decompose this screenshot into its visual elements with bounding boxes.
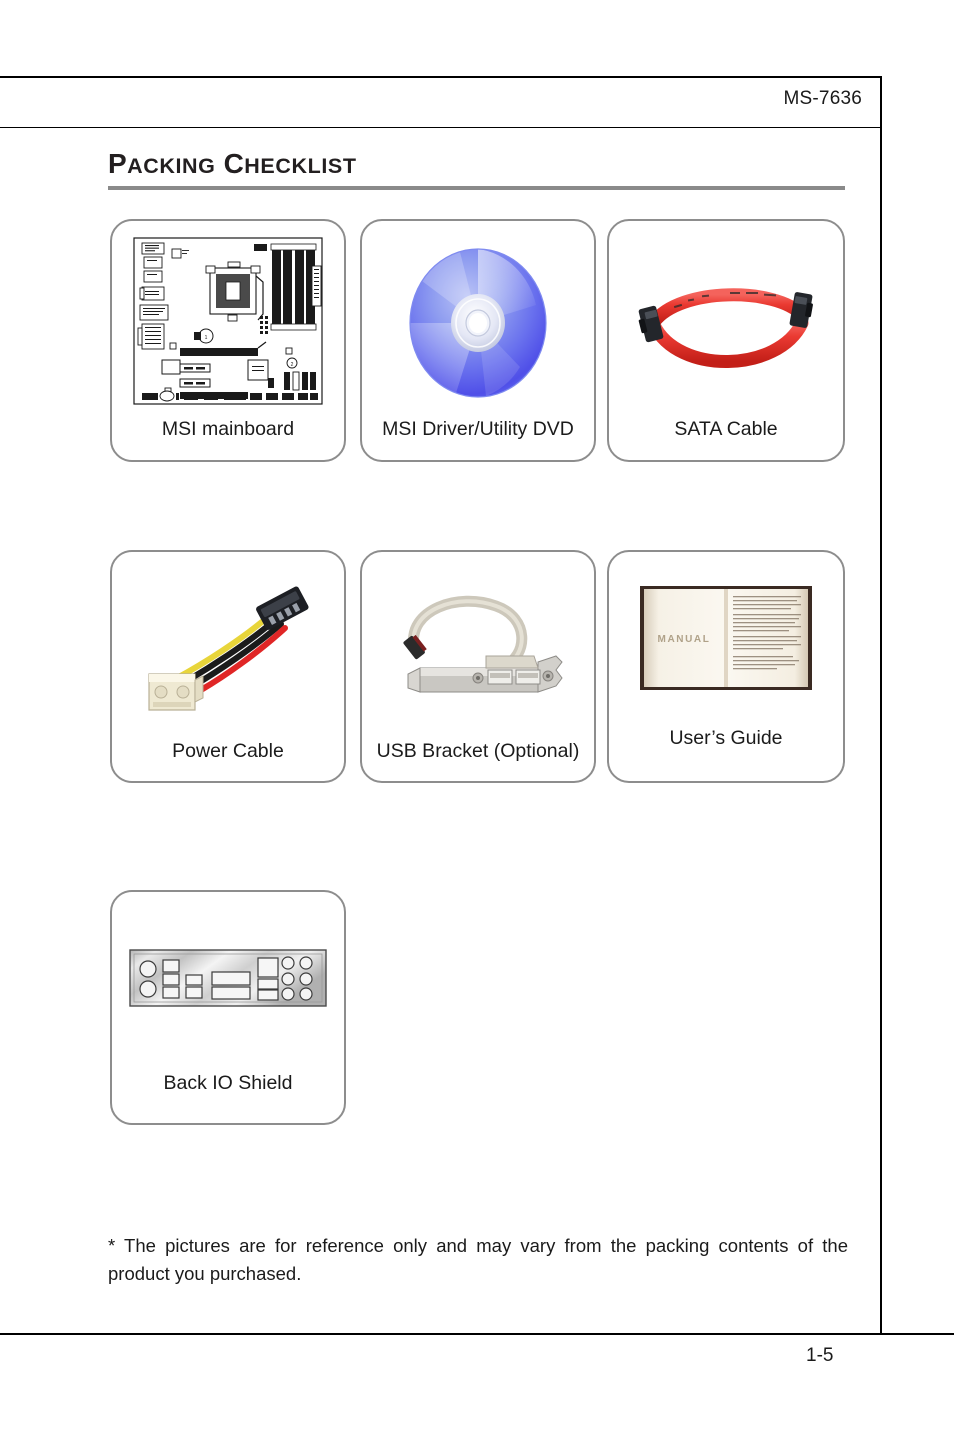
packing-item-label: MSI Driver/Utility DVD — [382, 418, 574, 440]
header-separator-rule — [0, 127, 882, 128]
packing-item-dvd: MSI Driver/Utility DVD — [360, 219, 596, 462]
manual-book-icon: MANUAL — [640, 586, 812, 690]
page-frame-top-rule — [0, 76, 882, 78]
model-code-header: MS-7636 — [783, 88, 862, 109]
packing-item-label: Power Cable — [172, 740, 284, 762]
svg-text:1: 1 — [205, 335, 208, 341]
page-number: 1-5 — [806, 1345, 834, 1366]
users-guide-image: MANUAL — [609, 580, 843, 696]
page-title-underline — [108, 186, 845, 190]
page-frame-bottom-rule — [0, 1333, 954, 1335]
page-title-initial-p: P — [108, 148, 128, 179]
manual-cover-text: MANUAL — [658, 634, 711, 645]
sata-cable-image — [609, 257, 843, 387]
usb-bracket-icon — [403, 595, 563, 693]
packing-item-label: Back IO Shield — [163, 1072, 293, 1094]
mainboard-image: 1 2 — [112, 235, 344, 407]
page-title: PACKING CHECKLIST — [108, 148, 357, 180]
page-title-acking: ACKING — [127, 154, 216, 178]
packing-item-io-shield: Back IO Shield — [110, 890, 346, 1125]
optical-disc-icon — [409, 248, 547, 398]
packing-item-label: MSI mainboard — [161, 418, 295, 440]
packing-item-users-guide: MANUAL User’s Guide — [607, 550, 845, 783]
usb-bracket-image — [362, 570, 594, 720]
io-shield-image — [112, 940, 344, 1016]
sata-cable-icon — [638, 288, 813, 368]
io-shield-icon — [129, 949, 327, 1007]
packing-item-label: USB Bracket (Optional) — [376, 740, 580, 762]
packing-item-label: User’s Guide — [669, 727, 783, 749]
power-cable-image — [112, 570, 344, 720]
packing-item-power-cable: Power Cable — [110, 550, 346, 783]
page-title-initial-c: C — [223, 148, 245, 179]
packing-item-mainboard: 1 2 MSI mainboard — [110, 219, 346, 462]
page-frame-right-rule — [880, 76, 882, 1335]
svg-text:2: 2 — [291, 362, 294, 368]
power-cable-icon — [148, 586, 309, 711]
packing-item-usb-bracket: USB Bracket (Optional) — [360, 550, 596, 783]
page-title-hecklist: HECKLIST — [244, 154, 357, 178]
reference-footnote: * The pictures are for reference only an… — [108, 1235, 848, 1284]
packing-item-label: SATA Cable — [674, 418, 778, 440]
dvd-image — [362, 239, 594, 407]
document-page: MS-7636 PACKING CHECKLIST 1 2 MSI mainbo… — [0, 0, 954, 1432]
motherboard-illustration: 1 2 — [133, 237, 323, 405]
packing-item-sata-cable: SATA Cable — [607, 219, 845, 462]
